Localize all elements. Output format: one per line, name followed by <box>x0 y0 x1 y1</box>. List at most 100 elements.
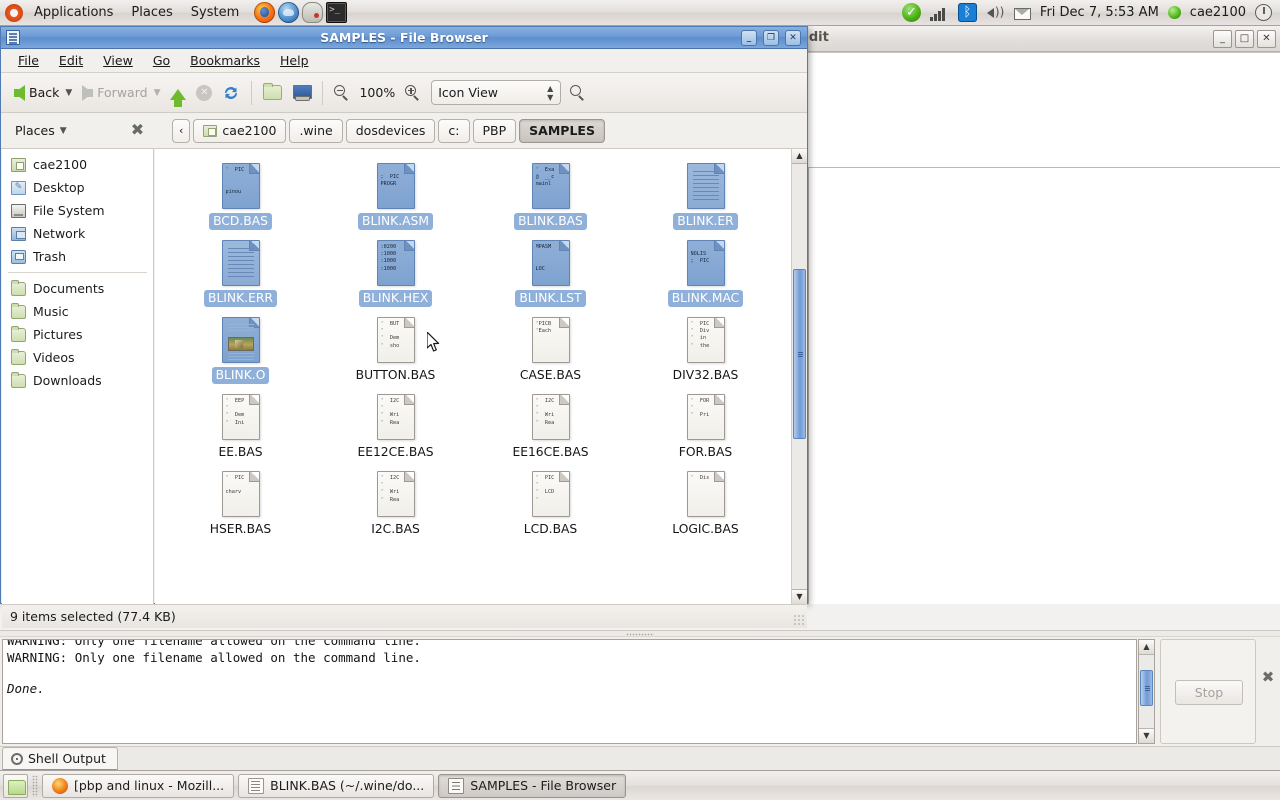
shell-scroll-up-arrow[interactable]: ▲ <box>1139 640 1154 655</box>
chevron-down-icon[interactable]: ▼ <box>65 88 72 98</box>
file-item[interactable]: ; PIC PROGR BLINK.ASM <box>318 160 473 237</box>
file-list-scrollbar[interactable]: ▲ ▼ <box>791 149 807 604</box>
bluetooth-icon[interactable] <box>957 3 977 22</box>
firefox-icon[interactable] <box>254 2 276 23</box>
file-item[interactable]: ADCIN8.BAS <box>163 149 318 160</box>
file-item[interactable]: ' I2C ' ' Wri ' Rea EE16CE.BAS <box>473 391 628 468</box>
file-item[interactable]: ASMINT.BAS <box>473 149 628 160</box>
shell-panel-resize-grip[interactable] <box>0 630 1280 637</box>
panel-username[interactable]: cae2100 <box>1190 5 1246 20</box>
shell-output-scrollbar[interactable]: ▲ ▼ <box>1138 639 1155 744</box>
editor-close-button[interactable]: ✕ <box>1257 30 1276 48</box>
breadcrumb-back-button[interactable]: ‹ <box>172 118 191 143</box>
view-mode-select[interactable]: Icon View ▲ ▼ <box>431 80 562 105</box>
fb-close-button[interactable]: ✕ <box>785 30 801 46</box>
file-item[interactable]: BLINK.O <box>163 314 318 391</box>
sidebar-item-cae2100[interactable]: cae2100 <box>2 153 153 176</box>
zoom-out-button[interactable] <box>329 78 354 108</box>
file-item[interactable]: ASMINT17.BAS <box>628 149 783 160</box>
file-item[interactable]: ' I2C ' ' Wri ' Rea EE12CE.BAS <box>318 391 473 468</box>
tab-shell-output[interactable]: Shell Output <box>2 747 118 771</box>
file-item[interactable]: ' FOR ' ' Pri FOR.BAS <box>628 391 783 468</box>
stop-loading-button[interactable] <box>191 78 217 108</box>
shell-scroll-down-arrow[interactable]: ▼ <box>1139 728 1154 743</box>
file-item[interactable]: ' EEP ' ' Dem ' Ini EE.BAS <box>163 391 318 468</box>
home-folder-button[interactable] <box>258 78 287 108</box>
fb-minimize-button[interactable]: _ <box>741 30 757 46</box>
sidebar-item-desktop[interactable]: Desktop <box>2 176 153 199</box>
joystick-icon[interactable] <box>302 2 324 23</box>
file-item[interactable]: ' I2C ' ' Wri ' Rea I2C.BAS <box>318 468 473 545</box>
file-item[interactable]: ' Exa @ __c mainl BLINK.BAS <box>473 160 628 237</box>
breadcrumb-cae2100[interactable]: cae2100 <box>193 118 287 143</box>
menu-places[interactable]: Places <box>123 2 180 24</box>
scroll-down-arrow[interactable]: ▼ <box>792 589 807 604</box>
file-item[interactable]: ' PIC pinou BCD.BAS <box>163 160 318 237</box>
file-item[interactable]: ADCIN10.BAS <box>318 149 473 160</box>
shell-output-text[interactable]: WARNING: Only one filename allowed on th… <box>2 639 1137 744</box>
back-button[interactable]: Back ▼ <box>9 78 77 108</box>
scroll-thumb[interactable] <box>793 269 806 439</box>
sidebar-item-network[interactable]: Network <box>2 222 153 245</box>
breadcrumb-dosdevices[interactable]: dosdevices <box>345 118 436 143</box>
sidebar-item-documents[interactable]: Documents <box>2 277 153 300</box>
up-button[interactable] <box>165 78 191 108</box>
sidebar-item-music[interactable]: Music <box>2 300 153 323</box>
power-icon[interactable] <box>1255 4 1272 21</box>
panel-clock[interactable]: Fri Dec 7, 5:53 AM <box>1040 5 1159 20</box>
menu-file[interactable]: File <box>9 50 48 71</box>
menu-applications[interactable]: Applications <box>26 2 121 24</box>
file-item[interactable]: :0200 :1000 :1000 :1000 BLINK.HEX <box>318 237 473 314</box>
sidebar-item-trash[interactable]: Trash <box>2 245 153 268</box>
thunderbird-icon[interactable] <box>278 2 300 23</box>
sidebar-item-file-system[interactable]: File System <box>2 199 153 222</box>
resize-grip[interactable] <box>793 614 805 626</box>
file-item[interactable]: ' BUT ' ' Dem ' sho BUTTON.BAS <box>318 314 473 391</box>
file-item[interactable]: ' Dis LOGIC.BAS <box>628 468 783 545</box>
computer-button[interactable] <box>287 78 316 108</box>
breadcrumb-c-drive[interactable]: c: <box>438 118 470 143</box>
menu-edit[interactable]: Edit <box>50 50 92 71</box>
terminal-icon[interactable] <box>326 2 348 23</box>
file-item[interactable]: 'PICB 'Each CASE.BAS <box>473 314 628 391</box>
show-desktop-button[interactable] <box>3 773 28 798</box>
forward-button[interactable]: Forward ▼ <box>77 78 165 108</box>
file-item[interactable]: ' PIC charv HSER.BAS <box>163 468 318 545</box>
update-manager-icon[interactable] <box>901 3 921 22</box>
breadcrumb-pbp[interactable]: PBP <box>472 118 517 143</box>
editor-minimize-button[interactable]: _ <box>1213 30 1232 48</box>
sidebar-item-videos[interactable]: Videos <box>2 346 153 369</box>
editor-text-area[interactable] <box>808 167 1280 651</box>
file-list-area[interactable]: ADCIN8.BAS ADCIN10.BAS ASMINT.BAS ASMINT17.… <box>155 149 791 604</box>
chevron-down-icon[interactable]: ▼ <box>154 88 161 98</box>
sidebar-item-pictures[interactable]: Pictures <box>2 323 153 346</box>
file-item[interactable]: NOLIS ; PIC BLINK.MAC <box>628 237 783 314</box>
taskbar-window-firefox[interactable]: [pbp and linux - Mozill... <box>42 773 235 798</box>
breadcrumb-wine[interactable]: .wine <box>289 118 343 143</box>
menu-go[interactable]: Go <box>144 50 179 71</box>
menu-system[interactable]: System <box>183 2 247 24</box>
menu-view[interactable]: View <box>94 50 142 71</box>
taskbar-window-file-browser[interactable]: SAMPLES - File Browser <box>438 773 627 798</box>
file-item[interactable]: ' PIC ' ' LCD ' LCD.BAS <box>473 468 628 545</box>
search-button[interactable] <box>565 78 590 108</box>
mail-icon[interactable] <box>1013 8 1031 20</box>
menu-bookmarks[interactable]: Bookmarks <box>181 50 269 71</box>
user-status-icon[interactable] <box>1167 6 1181 19</box>
stop-button[interactable]: Stop <box>1175 680 1243 705</box>
fb-maximize-button[interactable]: ❐ <box>763 30 779 46</box>
file-browser-titlebar[interactable]: SAMPLES - File Browser _ ❐ ✕ <box>1 27 807 49</box>
taskbar-window-editor[interactable]: BLINK.BAS (~/.wine/do... <box>238 773 435 798</box>
file-item[interactable]: BLINK.ER <box>628 160 783 237</box>
sidebar-item-downloads[interactable]: Downloads <box>2 369 153 392</box>
file-item[interactable]: BLINK.ERR <box>163 237 318 314</box>
taskbar-grip[interactable] <box>32 774 38 797</box>
shell-scroll-thumb[interactable] <box>1140 670 1153 706</box>
file-item[interactable]: ' PIC ' Div ' in ' the DIV32.BAS <box>628 314 783 391</box>
reload-button[interactable] <box>217 78 245 108</box>
file-item[interactable]: MPASM LOC BLINK.LST <box>473 237 628 314</box>
menu-help[interactable]: Help <box>271 50 318 71</box>
zoom-in-button[interactable] <box>400 78 425 108</box>
network-signal-icon[interactable] <box>929 7 949 21</box>
sidebar-close-icon[interactable]: ✖ <box>129 122 146 139</box>
